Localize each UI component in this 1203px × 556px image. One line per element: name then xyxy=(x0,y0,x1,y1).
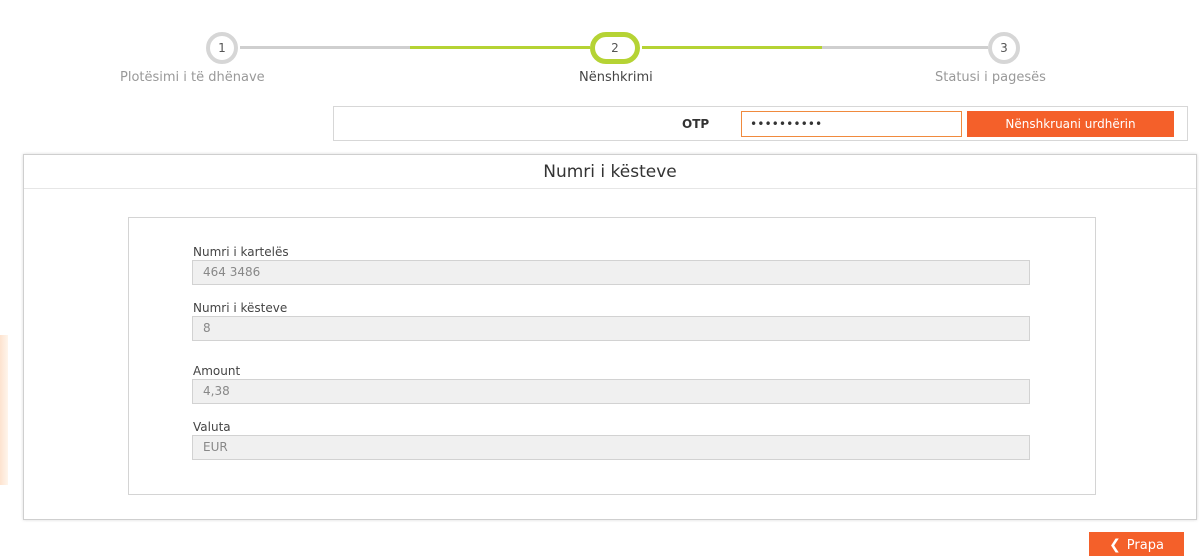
stepper-line-2 xyxy=(410,46,590,49)
step-3-circle: 3 xyxy=(988,32,1020,64)
stepper-line-4 xyxy=(822,46,988,49)
step-1-circle: 1 xyxy=(206,32,238,64)
card-number-label: Numri i kartelës xyxy=(193,245,289,259)
back-button[interactable]: ❮ Prapa xyxy=(1089,532,1184,556)
amount-field: 4,38 xyxy=(192,379,1030,404)
otp-label: OTP xyxy=(682,117,710,131)
currency-field: EUR xyxy=(192,435,1030,460)
chevron-left-icon: ❮ xyxy=(1109,537,1121,553)
progress-stepper: 1 2 3 Plotësimi i të dhënave Nënshkrimi … xyxy=(0,0,1203,100)
stepper-line-3 xyxy=(642,46,822,49)
step-2-label: Nënshkrimi xyxy=(579,70,653,85)
installments-label: Numri i kësteve xyxy=(193,301,288,315)
step-3-label: Statusi i pagesës xyxy=(935,70,1046,85)
otp-input[interactable] xyxy=(741,111,962,137)
card-number-field: 464 3486 xyxy=(192,260,1030,285)
step-2-circle: 2 xyxy=(590,32,640,64)
panel-title: Numri i kësteve xyxy=(24,155,1196,189)
back-button-label: Prapa xyxy=(1126,537,1164,553)
stepper-line-1 xyxy=(240,46,410,49)
page: 1 2 3 Plotësimi i të dhënave Nënshkrimi … xyxy=(0,0,1203,556)
installments-field: 8 xyxy=(192,316,1030,341)
amount-label: Amount xyxy=(193,364,241,378)
left-accent-stripe xyxy=(0,335,8,485)
step-1-label: Plotësimi i të dhënave xyxy=(120,70,265,85)
currency-label: Valuta xyxy=(193,420,231,434)
otp-bar: OTP Nënshkruani urdhërin xyxy=(333,106,1188,141)
installments-panel: Numri i kësteve Numri i kartelës 464 348… xyxy=(23,154,1197,520)
sign-order-button[interactable]: Nënshkruani urdhërin xyxy=(967,111,1174,137)
details-box: Numri i kartelës 464 3486 Numri i këstev… xyxy=(128,217,1096,495)
